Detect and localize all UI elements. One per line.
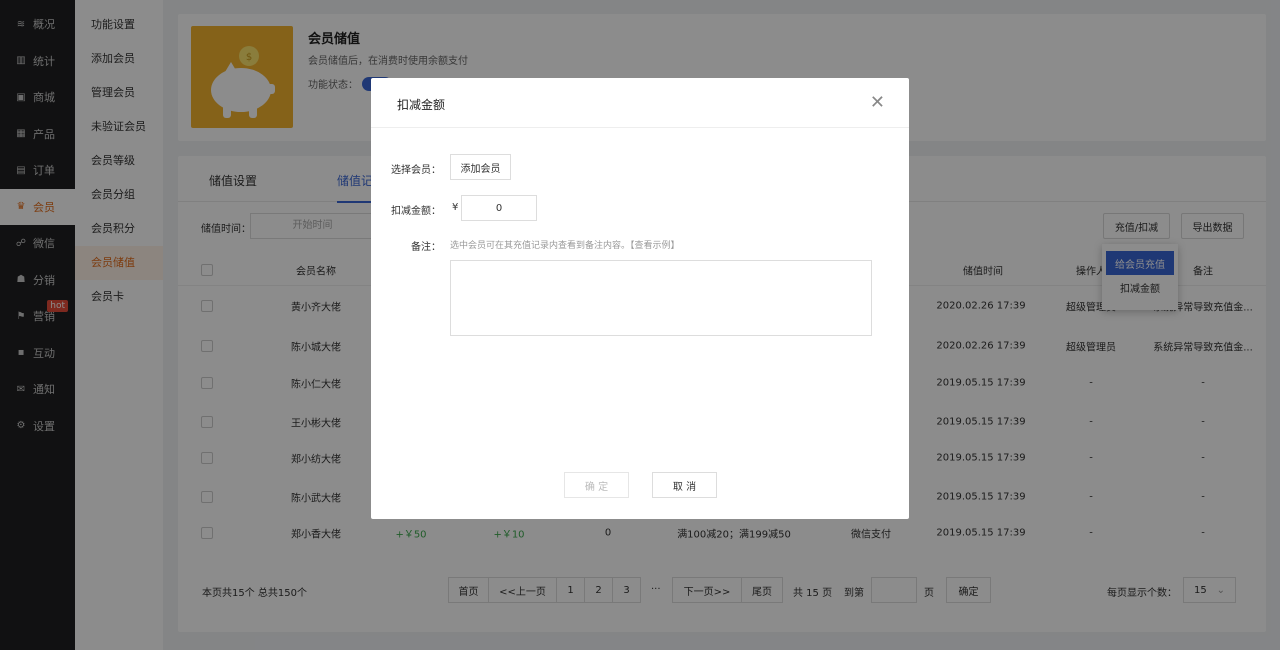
modal-header: 扣减金额 ✕ — [371, 78, 909, 128]
amount-label: 扣减金额： — [391, 206, 441, 217]
remark-tip: 选中会员可在其充值记录内查看到备注内容。【查看示例】 — [450, 241, 680, 251]
remark-label: 备注： — [411, 242, 441, 253]
add-member-button[interactable]: 添加会员 — [450, 154, 511, 180]
confirm-button[interactable]: 确 定 — [564, 472, 629, 498]
remark-textarea[interactable] — [450, 260, 872, 336]
amount-input[interactable]: 0 — [461, 195, 537, 221]
currency-symbol: ¥ — [452, 202, 459, 213]
cancel-button[interactable]: 取 消 — [652, 472, 717, 498]
member-label: 选择会员： — [391, 165, 441, 176]
modal-title: 扣减金额 — [397, 98, 446, 112]
deduct-modal: 扣减金额 ✕ 选择会员： 添加会员 扣减金额： ¥ 0 备注： 选中会员可在其充… — [371, 78, 909, 519]
close-icon[interactable]: ✕ — [870, 94, 885, 112]
